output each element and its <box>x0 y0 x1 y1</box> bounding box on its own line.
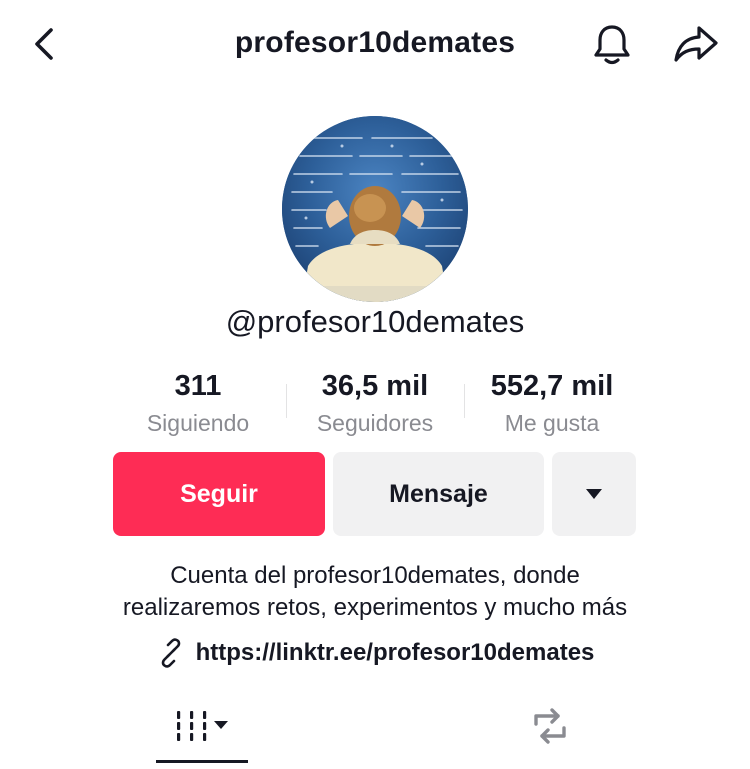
tab-reposts[interactable] <box>504 690 596 762</box>
caret-down-icon <box>586 489 602 499</box>
stat-divider <box>286 384 287 418</box>
top-bar: profesor10demates <box>0 0 750 88</box>
profile-bio: Cuenta del profesor10demates, donde real… <box>0 560 750 624</box>
share-button[interactable] <box>670 20 722 68</box>
repost-icon <box>534 708 566 744</box>
followers-label: Seguidores <box>316 410 434 436</box>
notifications-button[interactable] <box>588 20 636 68</box>
link-icon <box>161 638 180 668</box>
stat-divider <box>464 384 465 418</box>
likes-count: 552,7 mil <box>490 370 614 402</box>
bio-line: Cuenta del profesor10demates, donde <box>170 562 580 589</box>
stat-likes[interactable]: 552,7 mil Me gusta <box>476 366 628 440</box>
following-label: Siguiendo <box>146 410 250 436</box>
following-count: 311 <box>174 370 222 402</box>
stat-following[interactable]: 311 Siguiendo <box>128 366 268 440</box>
tab-videos-grid[interactable] <box>156 690 248 762</box>
message-button[interactable]: Mensaje <box>333 452 544 536</box>
bell-icon <box>594 25 630 65</box>
share-arrow-icon <box>674 26 718 62</box>
profile-photo <box>282 116 468 302</box>
avatar[interactable] <box>282 116 468 302</box>
profile-link[interactable]: https://linktr.ee/profesor10demates <box>0 636 750 670</box>
grid-icon <box>177 711 228 741</box>
profile-handle: @profesor10demates <box>225 304 525 339</box>
likes-label: Me gusta <box>504 410 600 436</box>
link-url: https://linktr.ee/profesor10demates <box>195 639 595 666</box>
follow-button[interactable]: Seguir <box>113 452 325 536</box>
more-options-button[interactable] <box>552 452 636 536</box>
active-tab-indicator <box>156 760 248 763</box>
bio-line: realizaremos retos, experimentos y mucho… <box>122 594 628 621</box>
profile-stats: 311 Siguiendo 36,5 mil Seguidores 552,7 … <box>0 366 750 446</box>
page-title: profesor10demates <box>234 26 516 59</box>
stat-followers[interactable]: 36,5 mil Seguidores <box>300 366 450 440</box>
followers-count: 36,5 mil <box>321 370 429 402</box>
content-tabs <box>0 690 750 769</box>
